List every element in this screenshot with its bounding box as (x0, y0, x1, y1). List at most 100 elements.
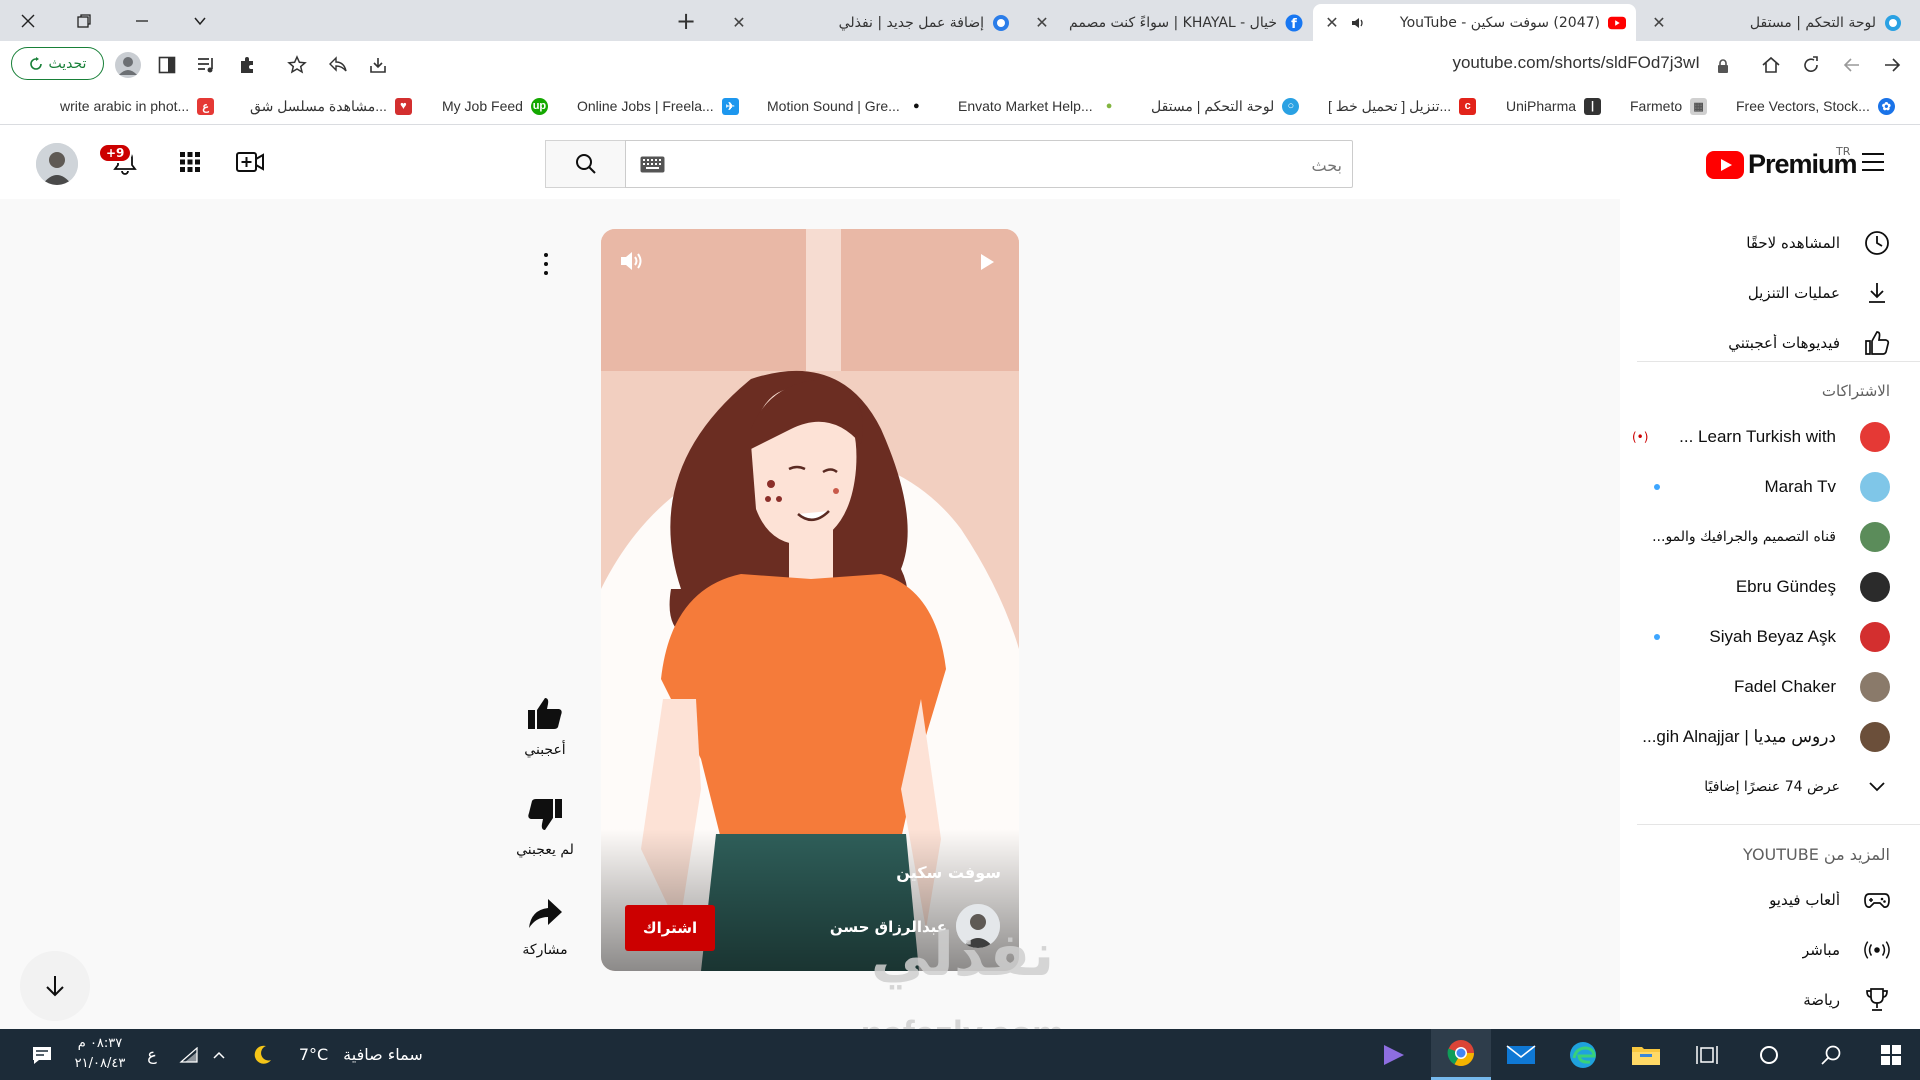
restore-window-button[interactable] (64, 0, 104, 41)
subscription-marah-tv[interactable]: Marah Tv (1620, 463, 1920, 511)
tab-khayal[interactable]: f خيال - KHAYAL | سواءً كنت مصمم ✕ (1023, 4, 1313, 41)
menu-hamburger-icon[interactable] (1860, 151, 1888, 175)
home-icon[interactable] (1755, 49, 1787, 81)
subscriptions-heading: الاشتراكات (1821, 382, 1890, 400)
more-options-icon[interactable] (536, 250, 556, 278)
weather-description[interactable]: سماء صافية (343, 1029, 423, 1080)
search-input[interactable] (742, 153, 1342, 177)
keyboard-icon[interactable] (640, 156, 665, 173)
mail-taskbar-icon[interactable] (1496, 1029, 1546, 1080)
dislike-button[interactable]: لم يعجبني (510, 790, 580, 858)
taskbar-search-icon[interactable] (1809, 1029, 1853, 1080)
cortana-icon[interactable] (1747, 1029, 1791, 1080)
bookmark-farmeto[interactable]: Farmeto ▦ (1630, 93, 1708, 119)
address-bar[interactable]: youtube.com/shorts/sldFOd7j3wI (1300, 53, 1700, 73)
subscription-learn-turkish[interactable]: Learn Turkish with ... (•) (1620, 413, 1920, 461)
share-page-icon[interactable] (322, 49, 354, 81)
clock-icon (1864, 230, 1890, 256)
subscribe-button[interactable]: اشتراك (625, 905, 715, 951)
subscription-media-lessons[interactable]: دروس ميديا | gih Alnajjar... (1620, 713, 1920, 761)
youtube-logo[interactable] (1706, 146, 1746, 182)
input-language[interactable]: ع (140, 1029, 164, 1080)
clock[interactable]: ٠٨:٣٧ م ٢١/٠٨/٤٣ (70, 1034, 130, 1074)
bookmark-motion-sound[interactable]: Motion Sound | Gre... ● (767, 93, 925, 119)
edge-taskbar-icon[interactable] (1558, 1029, 1608, 1080)
share-button[interactable]: مشاركة (510, 890, 580, 958)
tab-mostaql[interactable]: لوحة التحكم | مستقل ✕ (1640, 4, 1912, 41)
upwork-favicon-icon: up (530, 97, 548, 115)
show-hidden-icons[interactable] (206, 1029, 232, 1080)
subscription-fadel-chaker[interactable]: Fadel Chaker (1620, 663, 1920, 711)
side-panel-icon[interactable] (151, 49, 183, 81)
show-more-subscriptions[interactable]: عرض 74 عنصرًا إضافيًا (1620, 763, 1920, 811)
sidebar-item-gaming[interactable]: ألعاب فيديو (1620, 876, 1920, 924)
like-button[interactable]: أعجبني (510, 690, 580, 758)
bookmark-series[interactable]: مشاهدة مسلسل شق... ♥ (250, 93, 412, 119)
bookmark-my-job-feed[interactable]: My Job Feed up (442, 93, 548, 119)
short-video-player[interactable]: سوفت سكين اشتراك عبدالرزاق حسن (601, 229, 1019, 971)
subscription-siyah-beyaz-ask[interactable]: Siyah Beyaz Aşk (1620, 613, 1920, 661)
tab-nafezly[interactable]: إضافة عمل جديد | نفذلي ✕ (720, 4, 1020, 41)
bookmark-free-vectors[interactable]: Free Vectors, Stock... ✿ (1736, 93, 1895, 119)
lock-icon[interactable] (1707, 50, 1739, 82)
sidebar-item-label: رياضة (1803, 991, 1840, 1009)
arrow-down-icon (46, 976, 64, 997)
create-video-icon[interactable] (235, 148, 265, 178)
new-tab-button[interactable]: + (666, 4, 706, 38)
tab-close-icon[interactable]: ✕ (1033, 13, 1051, 32)
apps-grid-icon[interactable] (176, 148, 206, 178)
bookmark-label: Farmeto (1630, 98, 1683, 114)
bookmark-star-icon[interactable] (281, 49, 313, 81)
bookmark-unipharma[interactable]: UniPharma | (1506, 93, 1602, 119)
tab-search-button[interactable] (180, 0, 220, 41)
profile-avatar[interactable] (112, 49, 144, 81)
notification-center-icon[interactable] (22, 1029, 62, 1080)
tab-title: خيال - KHAYAL | سواءً كنت مصمم (1069, 14, 1277, 31)
update-browser-button[interactable]: تحديث (11, 47, 104, 80)
notifications-button[interactable]: +9 (98, 143, 142, 179)
next-short-button[interactable] (20, 951, 90, 1021)
sidebar-item-live[interactable]: مباشر (1620, 926, 1920, 974)
bookmark-font-download[interactable]: [ تحميل خط ] تنزيل... c (1328, 93, 1477, 119)
play-icon[interactable] (977, 251, 1001, 275)
chrome-taskbar-icon[interactable] (1431, 1029, 1491, 1080)
freelancer-favicon-icon: ✈ (721, 97, 739, 115)
temperature[interactable]: 7°C (286, 1029, 341, 1080)
bookmark-write-arabic[interactable]: write arabic in phot... ع (60, 93, 215, 119)
install-app-icon[interactable] (362, 49, 394, 81)
bookmark-online-jobs[interactable]: Online Jobs | Freela... ✈ (577, 93, 739, 119)
tab-close-icon[interactable]: ✕ (1650, 13, 1668, 32)
tab-close-icon[interactable]: ✕ (730, 13, 748, 32)
back-icon[interactable] (1876, 49, 1908, 81)
tab-close-icon[interactable]: ✕ (1323, 13, 1341, 32)
tab-audio-icon[interactable] (1349, 14, 1367, 32)
account-avatar[interactable] (36, 143, 78, 185)
bookmark-envato[interactable]: Envato Market Help... ● (958, 93, 1118, 119)
subscription-design-channel[interactable]: قناه التصميم والجرافيك والمو... (1620, 513, 1920, 561)
extensions-icon[interactable] (231, 49, 263, 81)
sidebar-item-downloads[interactable]: عمليات التنزيل (1620, 269, 1920, 317)
close-window-button[interactable] (8, 0, 48, 41)
media-control-icon[interactable] (191, 49, 223, 81)
volume-icon[interactable] (619, 249, 647, 277)
subscription-ebru-gundes[interactable]: Ebru Gündeş (1620, 563, 1920, 611)
search-icon (575, 154, 596, 174)
wifi-icon[interactable] (176, 1029, 202, 1080)
file-explorer-taskbar-icon[interactable] (1621, 1029, 1671, 1080)
youtube-favicon-icon (1608, 14, 1626, 32)
sidebar-item-watch-later[interactable]: المشاهده لاحقًا (1620, 219, 1920, 267)
short-title[interactable]: سوفت سكين (896, 863, 1001, 882)
start-windows-icon[interactable] (1866, 1029, 1916, 1080)
bookmark-mostaql[interactable]: لوحة التحكم | مستقل ○ (1151, 93, 1300, 119)
sidebar-item-liked-videos[interactable]: فيديوهات أعجبتني (1620, 319, 1920, 367)
bookmark-favicon-icon: ▦ (1690, 97, 1708, 115)
subscription-name: قناه التصميم والجرافيك والمو... (1652, 529, 1836, 545)
task-view-icon[interactable] (1685, 1029, 1729, 1080)
search-button[interactable] (545, 140, 626, 188)
reload-icon[interactable] (1795, 49, 1827, 81)
forward-icon[interactable] (1836, 49, 1868, 81)
sidebar-item-sports[interactable]: رياضة (1620, 976, 1920, 1024)
minimize-window-button[interactable] (122, 0, 162, 41)
visual-studio-taskbar-icon[interactable] (1371, 1029, 1417, 1080)
tab-youtube[interactable]: (2047) سوفت سكين - YouTube ✕ (1313, 4, 1636, 41)
